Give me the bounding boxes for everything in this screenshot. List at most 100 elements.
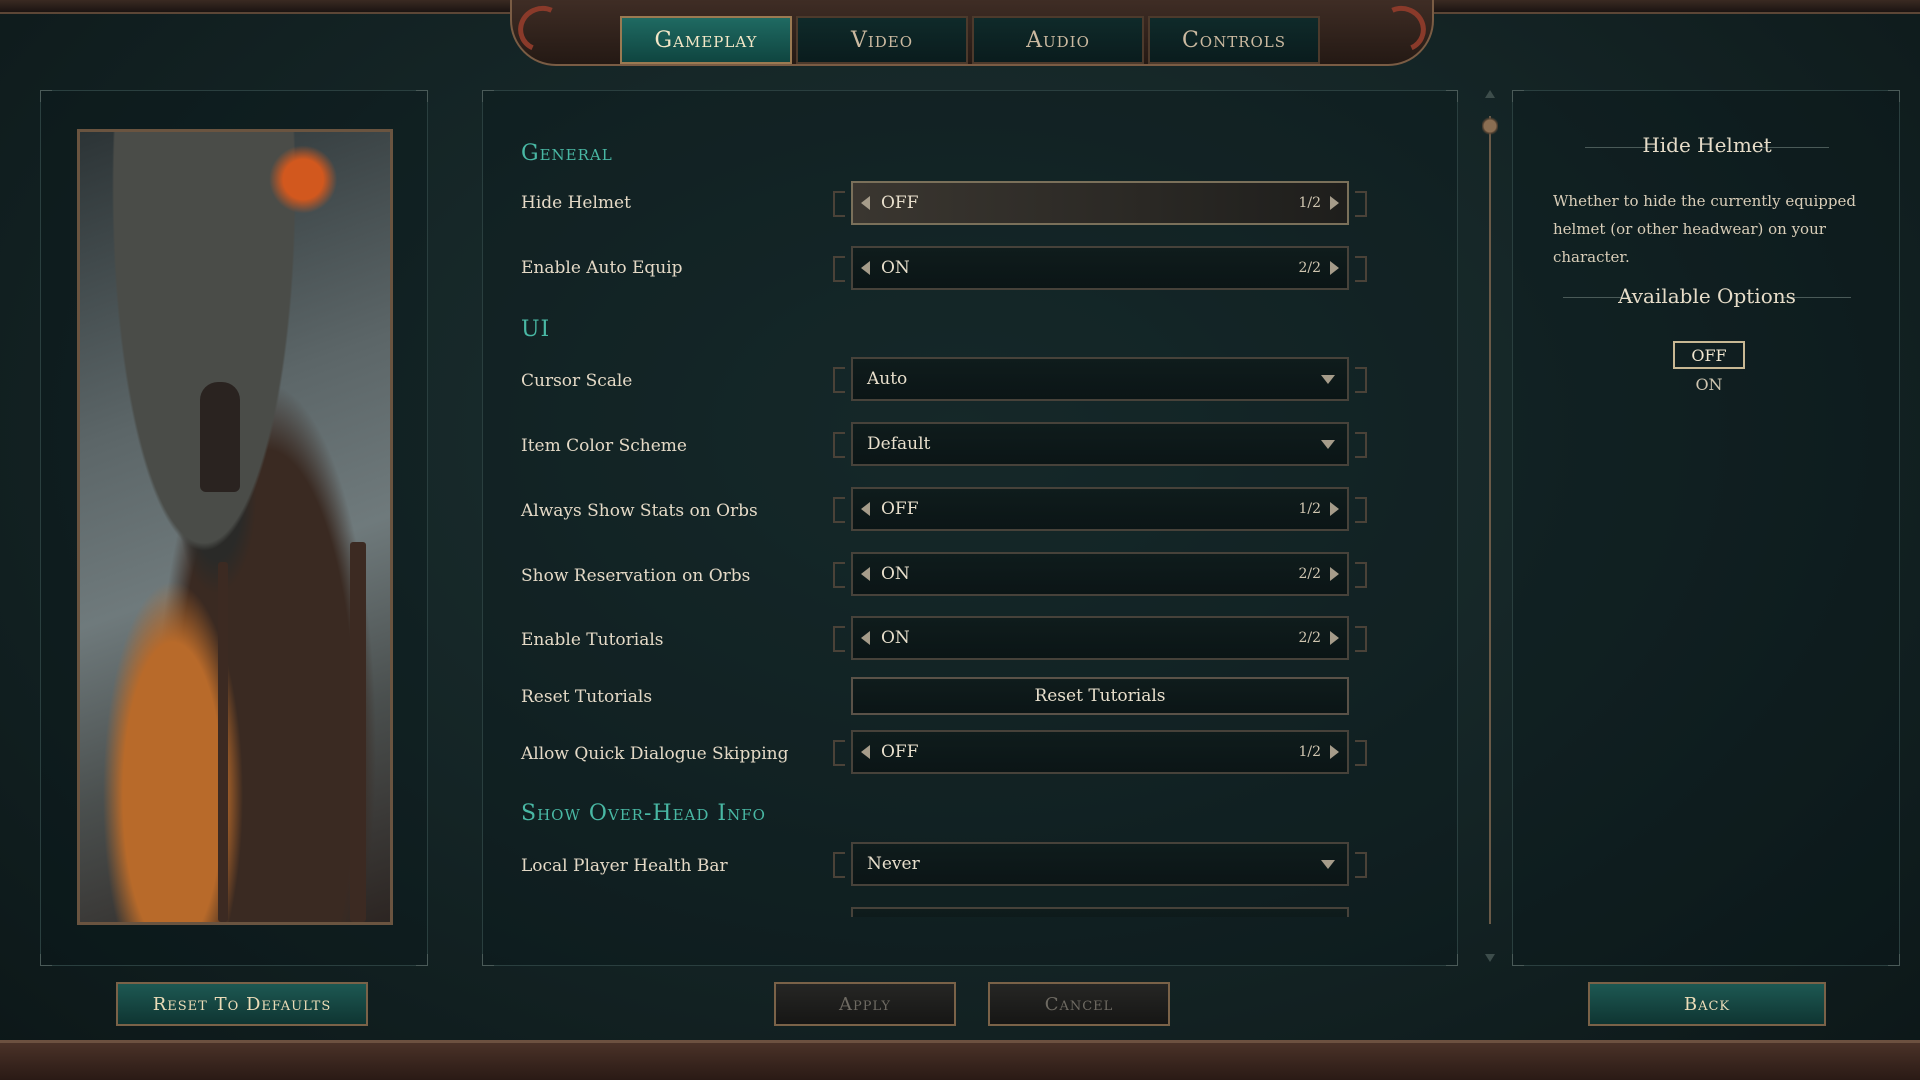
- tab-gameplay[interactable]: Gameplay: [620, 16, 792, 64]
- knot-ornament: [833, 740, 845, 766]
- auto-equip-value: ON: [881, 258, 910, 278]
- reservation-orbs-value: ON: [881, 564, 910, 584]
- next-arrow-icon[interactable]: [1330, 567, 1339, 581]
- scroll-down-icon[interactable]: [1485, 954, 1495, 962]
- corner-ornament: [1888, 90, 1900, 102]
- knot-ornament: [1355, 432, 1367, 458]
- prev-arrow-icon[interactable]: [861, 502, 870, 516]
- setting-label-quick-dialogue: Allow Quick Dialogue Skipping: [521, 744, 789, 764]
- hide-helmet-count: 1/2: [1298, 195, 1321, 211]
- corner-ornament: [40, 90, 52, 102]
- prev-arrow-icon[interactable]: [861, 631, 870, 645]
- cut-off-setting-row[interactable]: [851, 907, 1349, 917]
- knot-ornament: [833, 256, 845, 282]
- knot-ornament: [833, 191, 845, 217]
- scroll-thumb[interactable]: [1482, 114, 1498, 138]
- info-panel: Hide Helmet Whether to hide the currentl…: [1512, 90, 1900, 966]
- quick-dialogue-selector[interactable]: OFF 1/2: [833, 730, 1367, 774]
- scroll-ornament-left-icon: [511, 0, 573, 59]
- knot-ornament: [833, 497, 845, 523]
- quick-dialogue-value: OFF: [881, 742, 919, 762]
- auto-equip-selector[interactable]: ON 2/2: [833, 246, 1367, 290]
- setting-label-item-color: Item Color Scheme: [521, 436, 687, 456]
- stats-orbs-count: 1/2: [1298, 501, 1321, 517]
- art-panel: [40, 90, 428, 966]
- cursor-scale-dropdown[interactable]: Auto: [833, 357, 1367, 401]
- hide-helmet-value: OFF: [881, 193, 919, 213]
- cursor-scale-value: Auto: [867, 369, 908, 389]
- reset-to-defaults-button[interactable]: Reset To Defaults: [116, 982, 368, 1026]
- settings-scrollbar[interactable]: [1482, 88, 1498, 964]
- local-health-dropdown[interactable]: Never: [833, 842, 1367, 886]
- prev-arrow-icon[interactable]: [861, 196, 870, 210]
- bottom-frame: [0, 1040, 1920, 1080]
- knot-ornament: [1355, 256, 1367, 282]
- back-button[interactable]: Back: [1588, 982, 1826, 1026]
- setting-label-reset-tutorials: Reset Tutorials: [521, 687, 653, 707]
- item-color-dropdown[interactable]: Default: [833, 422, 1367, 466]
- reservation-orbs-selector[interactable]: ON 2/2: [833, 552, 1367, 596]
- settings-list-panel: General Hide Helmet OFF 1/2 Enable Auto …: [482, 90, 1458, 966]
- scroll-ornament-right-icon: [1371, 0, 1433, 59]
- knot-ornament: [833, 626, 845, 652]
- corner-ornament: [1512, 954, 1524, 966]
- reset-tutorials-button[interactable]: Reset Tutorials: [851, 677, 1349, 715]
- settings-scroll-area[interactable]: General Hide Helmet OFF 1/2 Enable Auto …: [483, 91, 1459, 917]
- chevron-down-icon[interactable]: [1321, 440, 1335, 449]
- option-off: OFF: [1673, 341, 1745, 369]
- item-color-value: Default: [867, 434, 931, 454]
- knot-ornament: [833, 562, 845, 588]
- hide-helmet-selector[interactable]: OFF 1/2: [833, 181, 1367, 225]
- tutorials-value: ON: [881, 628, 910, 648]
- info-description: Whether to hide the currently equipped h…: [1553, 192, 1856, 266]
- setting-label-local-health: Local Player Health Bar: [521, 856, 728, 876]
- section-title-overhead: Show Over-Head Info: [521, 801, 766, 826]
- knot-ornament: [1355, 562, 1367, 588]
- next-arrow-icon[interactable]: [1330, 745, 1339, 759]
- setting-label-reservation-orbs: Show Reservation on Orbs: [521, 566, 751, 586]
- quick-dialogue-count: 1/2: [1298, 744, 1321, 760]
- settings-tabs: Gameplay Video Audio Controls: [620, 16, 1320, 64]
- scroll-track[interactable]: [1489, 116, 1491, 924]
- knot-ornament: [1355, 497, 1367, 523]
- local-health-value: Never: [867, 854, 920, 874]
- wooden-post: [218, 562, 228, 922]
- cancel-button[interactable]: Cancel: [988, 982, 1170, 1026]
- reservation-orbs-count: 2/2: [1298, 566, 1321, 582]
- prev-arrow-icon[interactable]: [861, 745, 870, 759]
- knot-ornament: [833, 432, 845, 458]
- knot-ornament: [1355, 852, 1367, 878]
- apply-button[interactable]: Apply: [774, 982, 956, 1026]
- prev-arrow-icon[interactable]: [861, 261, 870, 275]
- tab-video[interactable]: Video: [796, 16, 968, 64]
- knot-ornament: [1355, 191, 1367, 217]
- knot-ornament: [833, 852, 845, 878]
- tutorials-selector[interactable]: ON 2/2: [833, 616, 1367, 660]
- next-arrow-icon[interactable]: [1330, 631, 1339, 645]
- stats-orbs-value: OFF: [881, 499, 919, 519]
- auto-equip-count: 2/2: [1298, 260, 1321, 276]
- prev-arrow-icon[interactable]: [861, 567, 870, 581]
- chevron-down-icon[interactable]: [1321, 375, 1335, 384]
- tutorials-count: 2/2: [1298, 630, 1321, 646]
- info-title: Hide Helmet: [1642, 133, 1772, 157]
- character-figure: [200, 382, 240, 492]
- corner-ornament: [1512, 90, 1524, 102]
- chevron-down-icon[interactable]: [1321, 860, 1335, 869]
- knot-ornament: [1355, 740, 1367, 766]
- next-arrow-icon[interactable]: [1330, 261, 1339, 275]
- option-on: ON: [1695, 375, 1723, 394]
- corner-ornament: [40, 954, 52, 966]
- corner-ornament: [482, 954, 494, 966]
- next-arrow-icon[interactable]: [1330, 196, 1339, 210]
- corner-ornament: [1888, 954, 1900, 966]
- tab-audio[interactable]: Audio: [972, 16, 1144, 64]
- scroll-up-icon[interactable]: [1485, 90, 1495, 98]
- setting-label-tutorials: Enable Tutorials: [521, 630, 664, 650]
- knot-ornament: [833, 367, 845, 393]
- knot-ornament: [1355, 367, 1367, 393]
- stats-orbs-selector[interactable]: OFF 1/2: [833, 487, 1367, 531]
- next-arrow-icon[interactable]: [1330, 502, 1339, 516]
- tab-controls[interactable]: Controls: [1148, 16, 1320, 64]
- setting-label-stats-orbs: Always Show Stats on Orbs: [521, 501, 758, 521]
